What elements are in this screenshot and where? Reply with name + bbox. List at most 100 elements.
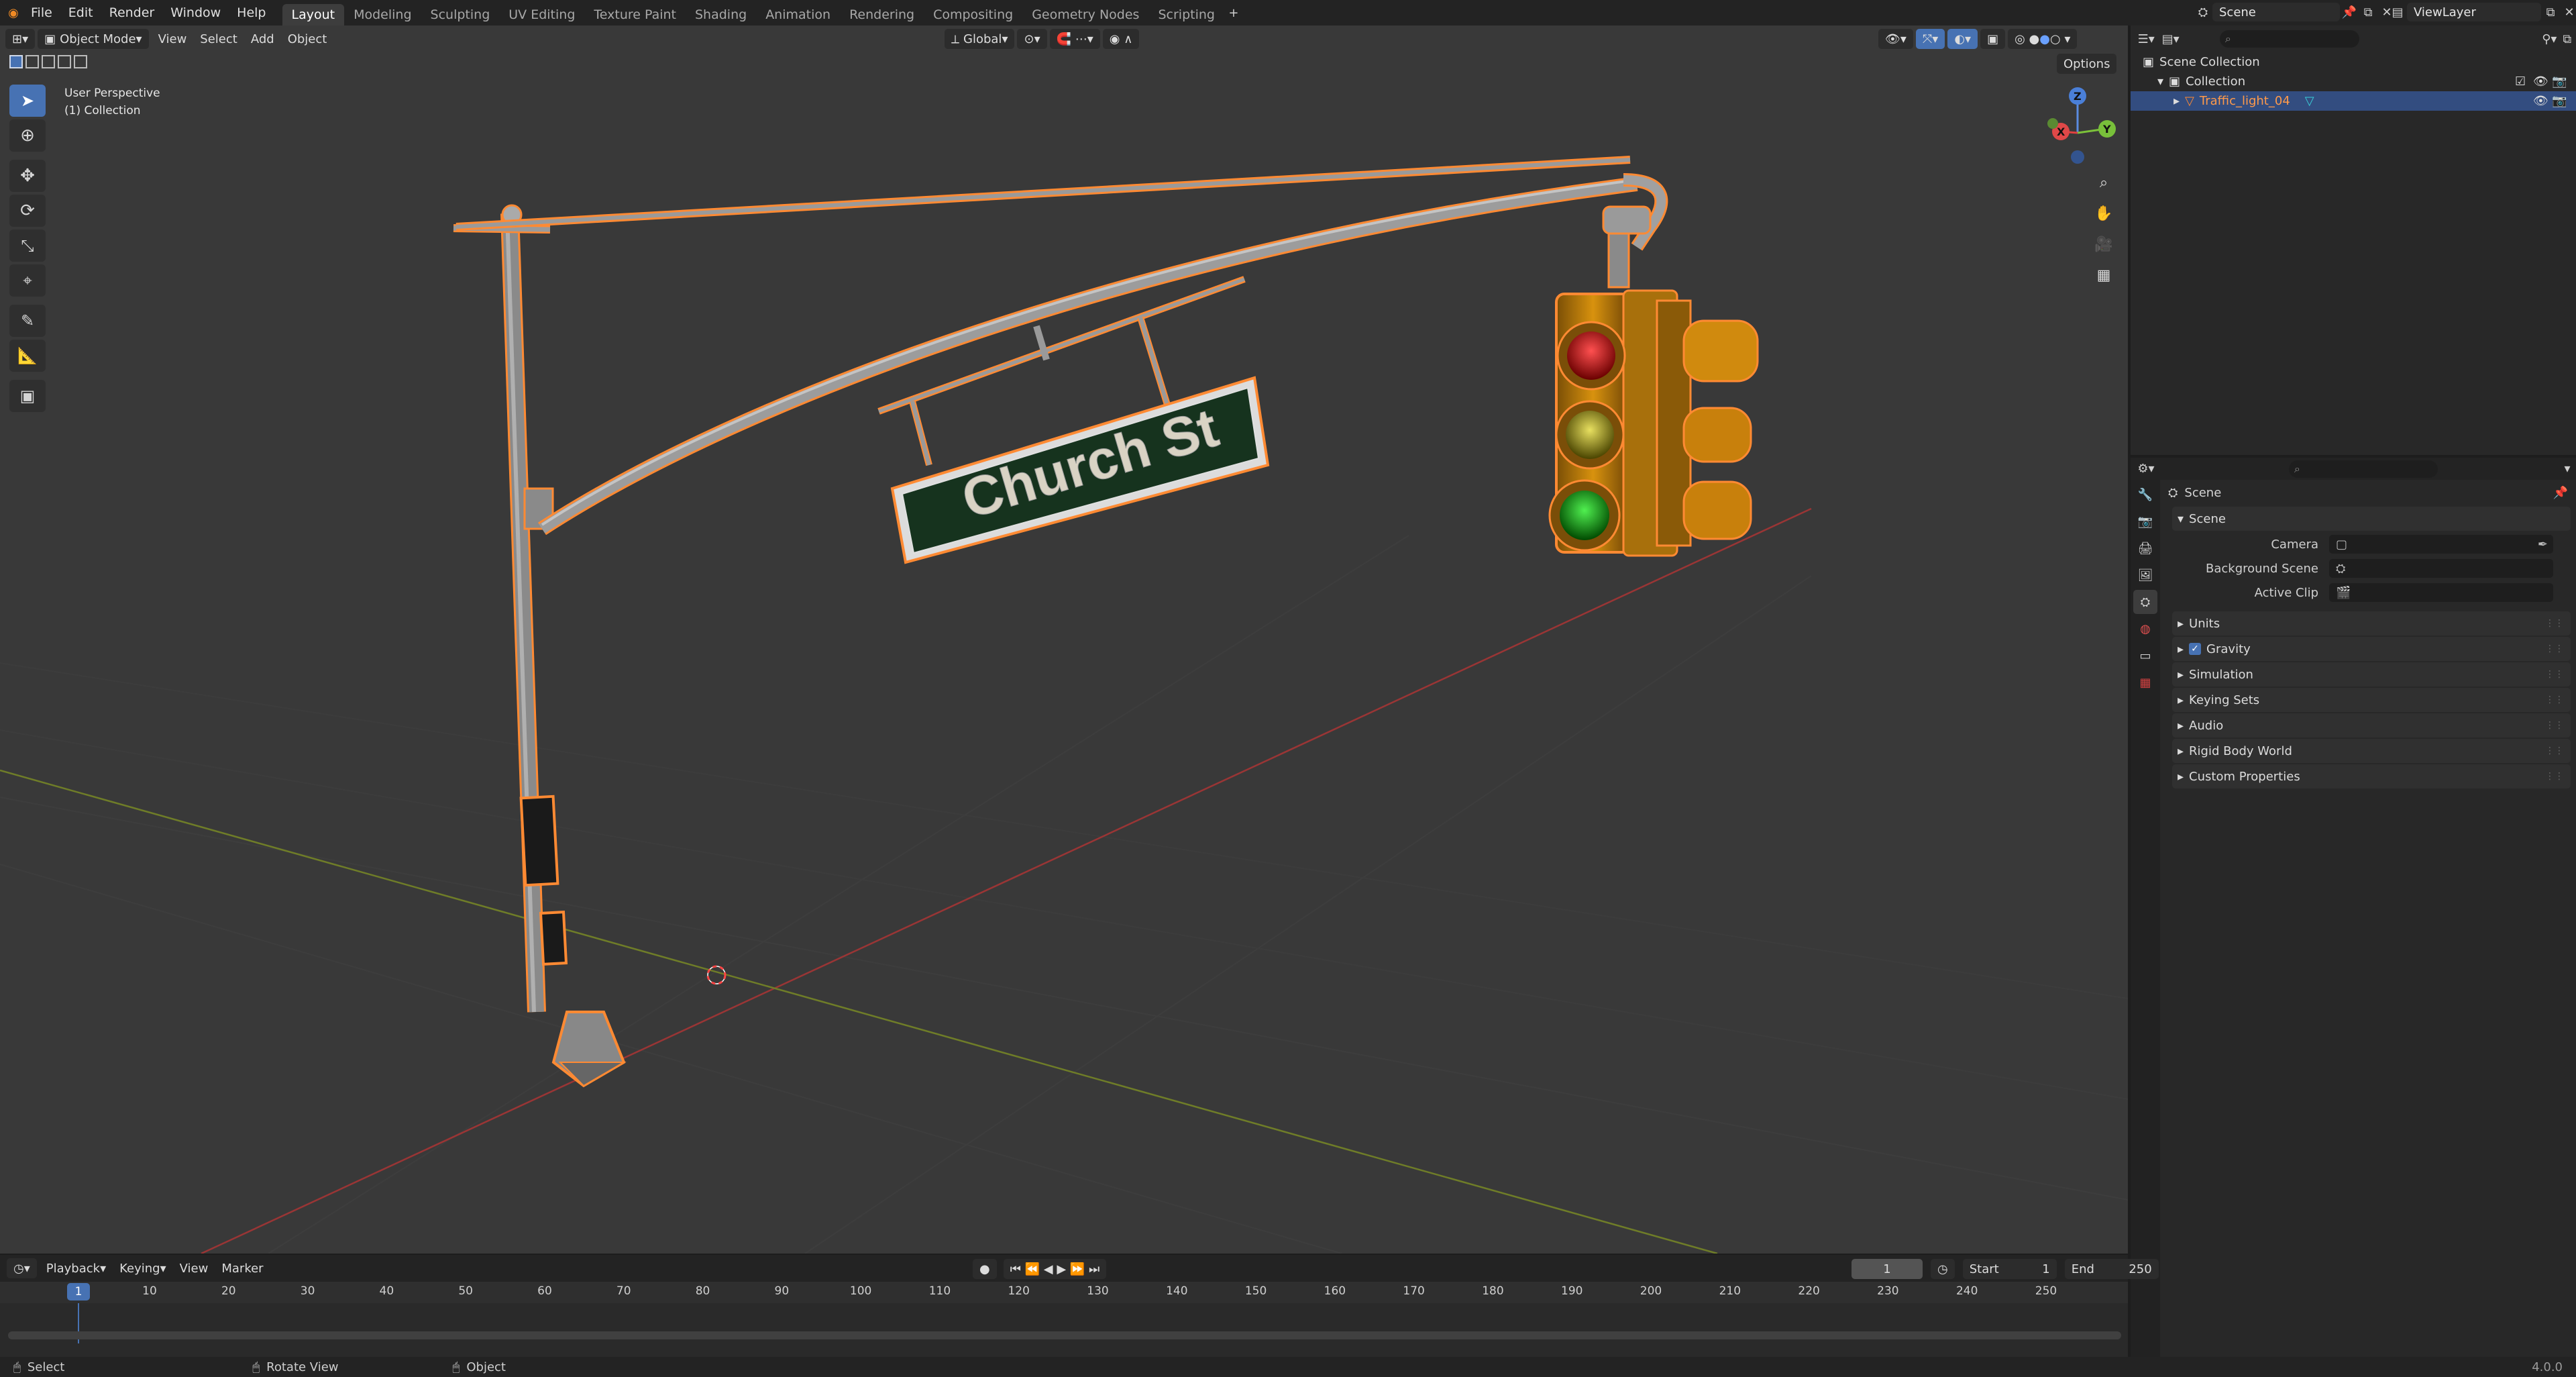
transform-orientation[interactable]: ⟂ Global ▾ [945,29,1015,49]
gizmo-toggle-button[interactable]: ⤧▾ [1915,29,1945,49]
timeline-menu-view[interactable]: View [173,1258,215,1278]
xray-toggle-button[interactable]: ▣ [1980,29,2006,49]
3d-viewport[interactable]: Church St [0,26,2128,1254]
drag-handle-icon[interactable]: ⋮⋮ [2545,644,2564,654]
current-frame-field[interactable]: 1 [1851,1259,1923,1279]
panel-gravity[interactable]: ▸ ✓ Gravity ⋮⋮ [2172,637,2571,661]
preview-range-icon[interactable]: ◷ [1931,1259,1955,1279]
viewport-menu-object[interactable]: Object [281,29,334,49]
pivot-point-button[interactable]: ⊙▾ [1017,29,1047,49]
render-tab-icon[interactable]: 📷 [2133,509,2157,533]
panel-rigid-body-world[interactable]: ▸ Rigid Body World ⋮⋮ [2172,739,2571,763]
panel-keying-sets[interactable]: ▸ Keying Sets ⋮⋮ [2172,688,2571,712]
visibility-button[interactable]: 👁▾ [1878,29,1913,49]
pin-icon[interactable]: 📌 [2340,3,2359,21]
measure-tool[interactable]: 📐 [9,340,46,372]
eye-icon[interactable]: 👁 [2533,94,2548,108]
transform-tool[interactable]: ⌖ [9,264,46,297]
filter-icon[interactable]: ⚲▾ [2540,30,2558,48]
timeline-ruler[interactable]: 1 10 20 30 40 50 60 70 80 90 100 110 120 130 140 150 16… [0,1282,2128,1303]
delete-viewlayer-icon[interactable]: ✕ [2560,3,2576,21]
timeline-menu-marker[interactable]: Marker [215,1258,270,1278]
menu-render[interactable]: Render [101,0,163,26]
cursor-tool[interactable]: ⊕ [9,119,46,152]
pan-hand-icon[interactable]: ✋ [2089,199,2118,228]
select-subtract-icon[interactable] [42,55,55,68]
outliner-row-traffic-light[interactable]: ▸ ▽ Traffic_light_04 ▽ 👁 📷 [2131,91,2576,111]
render-camera-icon[interactable]: 📷 [2552,94,2567,108]
menu-help[interactable]: Help [229,0,274,26]
mode-selector[interactable]: ▣ Object Mode ▾ [38,29,149,49]
view-layer-tab-icon[interactable]: 🖼 [2133,563,2157,587]
end-frame-field[interactable]: End 250 [2064,1259,2159,1279]
properties-search[interactable]: ⌕ [2288,460,2438,478]
tab-modeling[interactable]: Modeling [344,4,421,26]
scene-selector[interactable]: Scene [2212,3,2340,21]
drag-handle-icon[interactable]: ⋮⋮ [2545,618,2564,629]
playhead-marker[interactable]: 1 [67,1283,90,1300]
move-tool[interactable]: ✥ [9,160,46,192]
perspective-grid-icon[interactable]: ▦ [2089,260,2118,290]
panel-audio[interactable]: ▸ Audio ⋮⋮ [2172,713,2571,737]
eye-icon[interactable]: 👁 [2533,74,2548,89]
tab-layout[interactable]: Layout [282,4,345,26]
background-scene-field[interactable]: ⛭ [2329,559,2553,578]
tab-scripting[interactable]: Scripting [1148,4,1224,26]
blender-logo-icon[interactable]: ◉ [4,3,23,22]
overlay-toggle-button[interactable]: ◐▾ [1947,29,1978,49]
select-extend-icon[interactable] [25,55,39,68]
tab-uv-editing[interactable]: UV Editing [499,4,584,26]
tab-rendering[interactable]: Rendering [840,4,924,26]
scale-tool[interactable]: ⤡ [9,230,46,262]
tab-animation[interactable]: Animation [756,4,840,26]
outliner-row-scene-collection[interactable]: ▣ Scene Collection [2131,52,2576,72]
navigation-gizmo[interactable]: Z Y X [2039,85,2120,172]
properties-editor-icon[interactable]: ⚙▾ [2137,460,2155,478]
annotate-tool[interactable]: ✎ [9,305,46,337]
gravity-checkbox[interactable]: ✓ [2189,643,2202,655]
panel-units[interactable]: ▸ Units ⋮⋮ [2172,611,2571,635]
outliner-editor-icon[interactable]: ☰▾ [2137,30,2155,48]
timeline-editor-icon[interactable]: ◷▾ [7,1258,37,1278]
start-frame-field[interactable]: Start 1 [1962,1259,2057,1279]
options-button[interactable]: Options [2057,54,2117,74]
drag-handle-icon[interactable]: ⋮⋮ [2545,695,2564,705]
collection-tab-icon[interactable]: ▭ [2133,644,2157,668]
select-box-tool[interactable]: ➤ [9,85,46,117]
timeline-menu-keying[interactable]: Keying ▾ [113,1258,173,1278]
panel-simulation[interactable]: ▸ Simulation ⋮⋮ [2172,662,2571,686]
editor-type-button[interactable]: ⊞▾ [5,29,36,49]
shading-modes[interactable]: ◎ ● ● ○ ▾ [2008,29,2078,49]
viewport-menu-select[interactable]: Select [193,29,244,49]
menu-window[interactable]: Window [162,0,229,26]
traffic-light-object[interactable]: Church St [453,156,1759,1088]
add-workspace-icon[interactable]: + [1224,3,1243,22]
tab-shading[interactable]: Shading [686,4,756,26]
select-intersect-icon[interactable] [74,55,87,68]
select-new-icon[interactable] [9,55,23,68]
menu-file[interactable]: File [23,0,60,26]
tab-geometry-nodes[interactable]: Geometry Nodes [1022,4,1148,26]
rotate-tool[interactable]: ⟳ [9,195,46,227]
pin-icon[interactable]: 📌 [2553,486,2568,500]
tool-tab-icon[interactable]: 🔧 [2133,482,2157,507]
new-scene-icon[interactable]: ⧉ [2359,3,2377,21]
timeline-track-area[interactable] [0,1303,2128,1343]
new-viewlayer-icon[interactable]: ⧉ [2541,3,2560,21]
include-checkbox-icon[interactable]: ☑ [2515,74,2526,89]
auto-key-button[interactable]: ● [973,1259,997,1279]
eyedropper-icon[interactable]: ✒ [2538,538,2548,552]
viewlayer-selector[interactable]: ViewLayer [2407,3,2541,21]
tab-compositing[interactable]: Compositing [924,4,1022,26]
outliner-row-collection[interactable]: ▾ ▣ Collection ☑ 👁 📷 [2131,72,2576,91]
world-tab-icon[interactable]: ◍ [2133,617,2157,641]
select-invert-icon[interactable] [58,55,71,68]
menu-edit[interactable]: Edit [60,0,101,26]
viewport-menu-view[interactable]: View [152,29,194,49]
outliner-search[interactable]: ⌕ [2219,30,2360,48]
tab-texture-paint[interactable]: Texture Paint [584,4,686,26]
timeline-scrollbar[interactable] [8,1331,2121,1339]
zoom-icon[interactable]: ⌕ [2089,168,2118,197]
display-mode-icon[interactable]: ▤▾ [2161,30,2180,48]
snap-button[interactable]: 🧲 ⋯▾ [1049,29,1100,49]
